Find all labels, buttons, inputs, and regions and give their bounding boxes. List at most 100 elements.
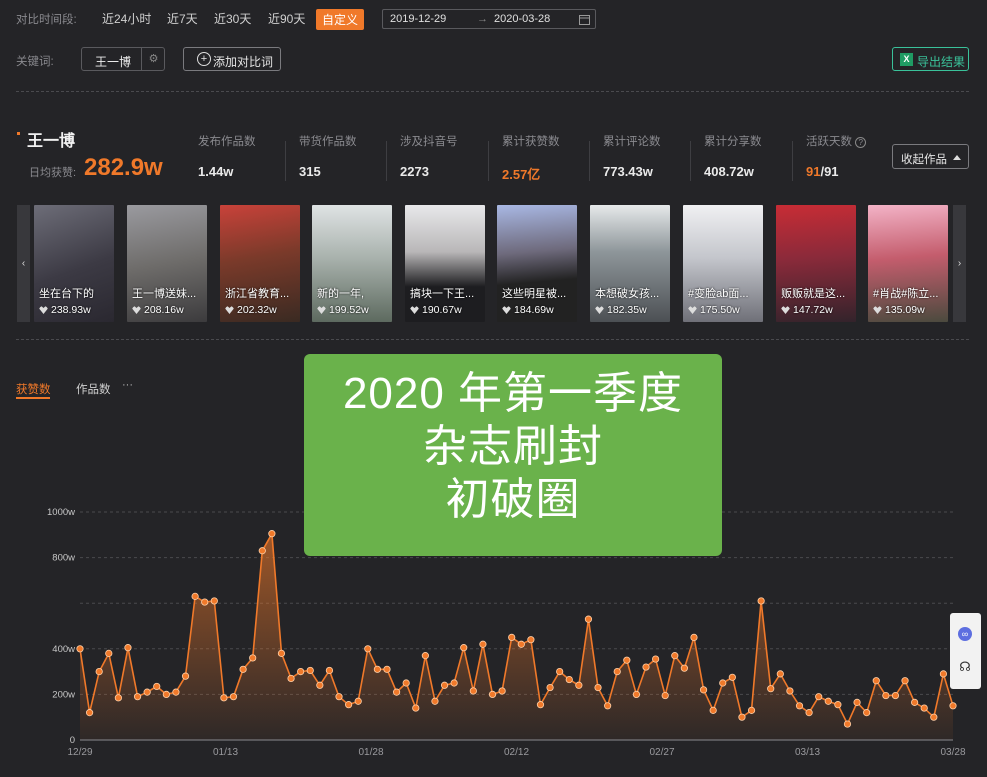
data-point[interactable] bbox=[306, 666, 314, 675]
data-point[interactable] bbox=[824, 697, 832, 705]
annotation-banner: 2020 年第一季度 杂志刷封 初破圈 bbox=[304, 354, 722, 556]
data-point[interactable] bbox=[210, 597, 218, 605]
data-point[interactable] bbox=[268, 530, 276, 538]
data-point[interactable] bbox=[440, 681, 449, 689]
data-point[interactable] bbox=[575, 681, 583, 689]
data-point[interactable] bbox=[345, 701, 353, 709]
data-point[interactable] bbox=[843, 720, 852, 728]
data-point[interactable] bbox=[786, 687, 794, 695]
data-point[interactable] bbox=[901, 677, 909, 685]
data-point[interactable] bbox=[911, 698, 919, 706]
data-point[interactable] bbox=[776, 670, 784, 678]
data-point[interactable] bbox=[354, 697, 362, 705]
data-point[interactable] bbox=[863, 709, 871, 717]
data-point[interactable] bbox=[699, 686, 708, 694]
data-point[interactable] bbox=[738, 713, 746, 721]
data-point[interactable] bbox=[709, 706, 717, 714]
data-point[interactable] bbox=[297, 667, 305, 676]
headset-icon[interactable]: ☊ bbox=[958, 660, 972, 674]
data-point[interactable] bbox=[728, 673, 736, 681]
data-point[interactable] bbox=[172, 688, 180, 696]
data-point[interactable] bbox=[891, 691, 900, 700]
floating-toolbar: ∞ ☊ bbox=[950, 613, 981, 689]
data-point[interactable] bbox=[479, 640, 487, 648]
data-point[interactable] bbox=[690, 633, 698, 642]
data-point[interactable] bbox=[882, 691, 890, 700]
data-point[interactable] bbox=[556, 667, 564, 676]
data-point[interactable] bbox=[325, 666, 334, 675]
data-point[interactable] bbox=[249, 654, 257, 662]
data-point[interactable] bbox=[536, 701, 545, 709]
data-point[interactable] bbox=[114, 694, 122, 702]
data-point[interactable] bbox=[95, 667, 103, 676]
x-tick-label: 03/13 bbox=[795, 747, 820, 758]
data-point[interactable] bbox=[680, 664, 688, 672]
annotation-line-1: 2020 年第一季度 bbox=[342, 369, 684, 418]
data-point[interactable] bbox=[795, 702, 804, 710]
data-point[interactable] bbox=[239, 665, 247, 673]
data-point[interactable] bbox=[229, 693, 238, 701]
data-point[interactable] bbox=[498, 687, 506, 695]
data-point[interactable] bbox=[508, 633, 516, 642]
data-point[interactable] bbox=[287, 674, 295, 683]
data-point[interactable] bbox=[767, 685, 775, 693]
data-point[interactable] bbox=[392, 688, 401, 696]
data-point[interactable] bbox=[85, 709, 94, 717]
y-tick-label: 200w bbox=[52, 689, 75, 700]
data-point[interactable] bbox=[642, 663, 650, 671]
data-point[interactable] bbox=[162, 690, 170, 699]
data-point[interactable] bbox=[546, 683, 554, 692]
data-point[interactable] bbox=[191, 592, 199, 600]
data-point[interactable] bbox=[316, 681, 324, 689]
data-point[interactable] bbox=[421, 652, 429, 660]
data-point[interactable] bbox=[402, 679, 410, 687]
data-point[interactable] bbox=[133, 693, 142, 701]
data-point[interactable] bbox=[613, 667, 621, 676]
data-point[interactable] bbox=[671, 652, 679, 660]
data-point[interactable] bbox=[661, 691, 669, 700]
data-point[interactable] bbox=[604, 702, 612, 710]
data-point[interactable] bbox=[872, 677, 880, 685]
data-point[interactable] bbox=[488, 690, 497, 699]
data-point[interactable] bbox=[584, 615, 593, 623]
data-point[interactable] bbox=[469, 687, 477, 695]
data-point[interactable] bbox=[594, 683, 602, 692]
data-point[interactable] bbox=[517, 640, 525, 648]
data-point[interactable] bbox=[76, 645, 84, 653]
data-point[interactable] bbox=[652, 655, 660, 663]
data-point[interactable] bbox=[527, 636, 535, 644]
data-point[interactable] bbox=[815, 693, 823, 701]
data-point[interactable] bbox=[930, 713, 938, 721]
data-point[interactable] bbox=[364, 645, 372, 653]
data-point[interactable] bbox=[949, 702, 957, 710]
data-point[interactable] bbox=[383, 665, 391, 673]
data-point[interactable] bbox=[920, 704, 928, 712]
data-point[interactable] bbox=[412, 704, 420, 712]
data-point[interactable] bbox=[460, 644, 468, 652]
data-point[interactable] bbox=[181, 672, 190, 680]
data-point[interactable] bbox=[805, 709, 813, 717]
data-point[interactable] bbox=[220, 694, 228, 702]
data-point[interactable] bbox=[450, 679, 458, 687]
data-point[interactable] bbox=[153, 682, 161, 691]
data-point[interactable] bbox=[105, 649, 113, 657]
data-point[interactable] bbox=[632, 690, 641, 699]
data-point[interactable] bbox=[258, 547, 266, 555]
data-point[interactable] bbox=[124, 644, 132, 652]
data-point[interactable] bbox=[939, 670, 948, 678]
data-point[interactable] bbox=[565, 675, 573, 684]
data-point[interactable] bbox=[335, 693, 343, 701]
data-point[interactable] bbox=[834, 701, 842, 709]
data-point[interactable] bbox=[747, 706, 756, 714]
data-point[interactable] bbox=[719, 679, 727, 687]
data-point[interactable] bbox=[373, 665, 381, 673]
data-point[interactable] bbox=[143, 688, 151, 696]
data-point[interactable] bbox=[853, 698, 861, 706]
data-point[interactable] bbox=[277, 649, 286, 657]
data-point[interactable] bbox=[431, 697, 439, 705]
data-point[interactable] bbox=[623, 656, 631, 664]
x-tick-label: 01/13 bbox=[213, 747, 238, 758]
data-point[interactable] bbox=[757, 597, 765, 605]
data-point[interactable] bbox=[201, 598, 209, 606]
link-icon[interactable]: ∞ bbox=[958, 627, 972, 641]
